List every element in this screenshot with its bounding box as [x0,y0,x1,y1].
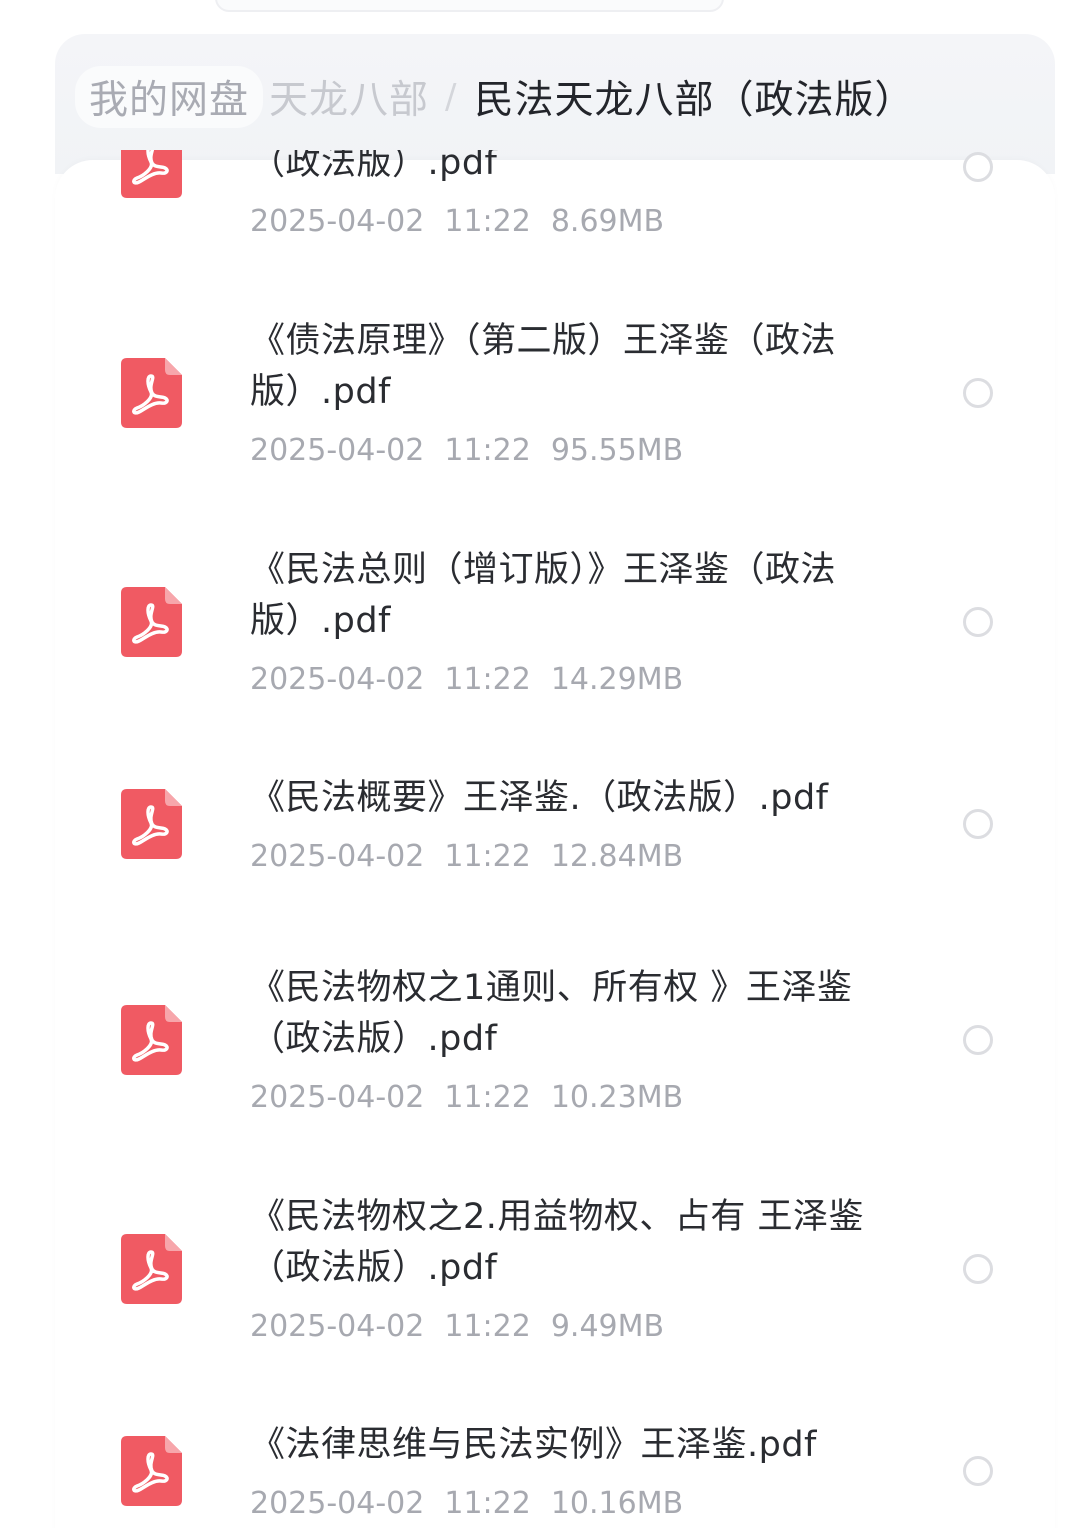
file-name: 《民法总则（增订版）》王泽鉴（政法版）.pdf [250,550,837,641]
file-size: 9.49MB [550,1309,665,1344]
pdf-icon [121,1234,182,1304]
file-date: 2025-04-02 [250,1080,425,1115]
file-time: 11:22 [444,1309,531,1344]
file-meta: 2025-04-02 11:22 10.23MB [250,1080,683,1115]
select-radio[interactable] [963,809,993,839]
search-bar-remnant[interactable] [215,0,724,12]
select-radio[interactable] [963,378,993,408]
file-time: 11:22 [444,204,531,239]
file-time: 11:22 [444,662,531,697]
file-time: 11:22 [444,839,531,874]
select-radio[interactable] [963,607,993,637]
file-list: （政法版）.pdf 2025-04-02 11:22 8.69MB 《债法原理》（第… [0,150,1080,1528]
file-size: 14.29MB [550,662,684,697]
select-radio[interactable] [963,152,993,182]
select-radio[interactable] [963,1254,993,1284]
file-name: （政法版）.pdf [250,150,498,183]
file-date: 2025-04-02 [250,204,425,239]
file-date: 2025-04-02 [250,1486,425,1521]
pdf-icon [121,358,182,428]
file-size: 10.16MB [550,1486,684,1521]
file-name: 《法律思维与民法实例》王泽鉴.pdf [250,1425,817,1465]
pdf-icon [121,789,182,859]
file-time: 11:22 [444,1080,531,1115]
file-name: 《民法概要》王泽鉴.（政法版）.pdf [250,778,829,818]
file-size: 12.84MB [550,839,684,874]
file-name: 《民法物权之2.用益物权、占有 王泽鉴（政法版）.pdf [250,1197,865,1288]
file-meta: 2025-04-02 11:22 10.16MB [250,1486,683,1521]
file-meta: 2025-04-02 11:22 95.55MB [250,433,683,468]
file-date: 2025-04-02 [250,662,425,697]
file-time: 11:22 [444,1486,531,1521]
file-size: 95.55MB [550,433,684,468]
file-size: 8.69MB [550,204,665,239]
breadcrumb-separator: / [445,77,457,117]
breadcrumb-root[interactable]: 我的网盘 [75,66,264,128]
pdf-icon [121,150,182,198]
breadcrumb-parent[interactable]: 天龙八部 [269,69,429,125]
file-meta: 2025-04-02 11:22 14.29MB [250,662,683,697]
select-radio[interactable] [963,1456,993,1486]
file-meta: 2025-04-02 11:22 9.49MB [250,1309,664,1344]
select-radio[interactable] [963,1025,993,1055]
file-name: 《债法原理》（第二版）王泽鉴（政法版）.pdf [250,321,837,412]
file-meta: 2025-04-02 11:22 12.84MB [250,839,683,874]
file-date: 2025-04-02 [250,1309,425,1344]
pdf-icon [121,1436,182,1506]
file-browser-screen: （政法版）.pdf 2025-04-02 11:22 8.69MB 《债法原理》（第… [0,0,1080,1528]
file-date: 2025-04-02 [250,433,425,468]
pdf-icon [121,587,182,657]
file-meta: 2025-04-02 11:22 8.69MB [250,204,664,239]
file-date: 2025-04-02 [250,839,425,874]
file-time: 11:22 [444,433,531,468]
file-size: 10.23MB [550,1080,684,1115]
breadcrumb: 我的网盘 天龙八部 / 民法天龙八部（政法版） [75,66,915,128]
breadcrumb-current: 民法天龙八部（政法版） [474,78,915,123]
pdf-icon [121,1005,182,1075]
file-name: 《民法物权之1通则、所有权 》王泽鉴（政法版）.pdf [250,968,853,1059]
